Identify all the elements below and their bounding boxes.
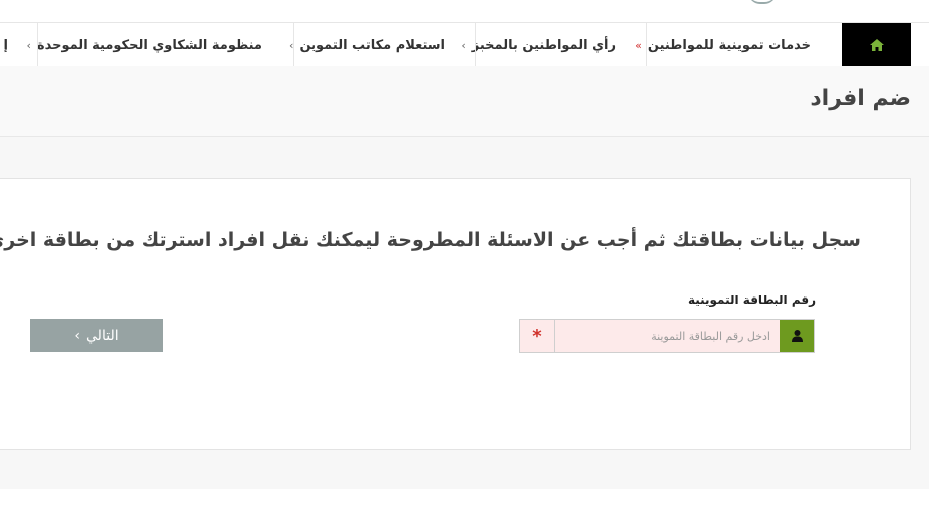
page-title-band: ضم افراد [0, 66, 929, 137]
nav-divider [293, 23, 294, 67]
nav-item-bakery-opinion[interactable]: رأي المواطنين بالمخبز › [461, 23, 616, 67]
logo-fragment [748, 0, 776, 4]
nav-item-label: منظومة الشكاوي الحكومية الموحدة [36, 37, 262, 53]
chevron-left-icon: › [26, 38, 31, 52]
nav-item-supply-offices[interactable]: استعلام مكاتب التموين › [289, 23, 445, 67]
home-button[interactable] [842, 23, 911, 67]
chevron-left-icon: › [461, 38, 466, 52]
user-icon [780, 320, 814, 352]
card-number-field-group: * [519, 319, 815, 353]
nav-divider [646, 23, 647, 67]
form-card: سجل بيانات بطاقتك ثم أجب عن الاسئلة المط… [0, 178, 911, 450]
nav-item-truncated[interactable]: إ [4, 23, 8, 67]
chevron-left-icon: › [74, 327, 81, 344]
nav-item-label: خدمات تموينية للمواطنين [647, 37, 811, 53]
next-button-label: التالي [86, 327, 119, 344]
nav-item-label: إ [3, 37, 8, 53]
nav-divider [37, 23, 38, 67]
nav-divider [475, 23, 476, 67]
nav-item-label: رأي المواطنين بالمخبز [471, 37, 616, 53]
page-title: ضم افراد [810, 86, 911, 111]
top-strip [0, 0, 929, 22]
next-button[interactable]: التالي › [30, 319, 163, 352]
card-number-label: رقم البطاقة التموينية [687, 293, 816, 307]
required-icon: * [520, 320, 555, 352]
home-icon [869, 39, 884, 51]
chevron-down-icon: » [635, 38, 642, 52]
nav-item-complaints-system[interactable]: منظومة الشكاوي الحكومية الموحدة › [26, 23, 262, 67]
main-navbar: خدمات تموينية للمواطنين » رأي المواطنين … [0, 22, 929, 68]
nav-item-citizen-services[interactable]: خدمات تموينية للمواطنين » [635, 23, 811, 67]
card-number-input[interactable] [555, 320, 780, 352]
nav-item-label: استعلام مكاتب التموين [299, 37, 445, 53]
form-instruction: سجل بيانات بطاقتك ثم أجب عن الاسئلة المط… [0, 229, 861, 251]
